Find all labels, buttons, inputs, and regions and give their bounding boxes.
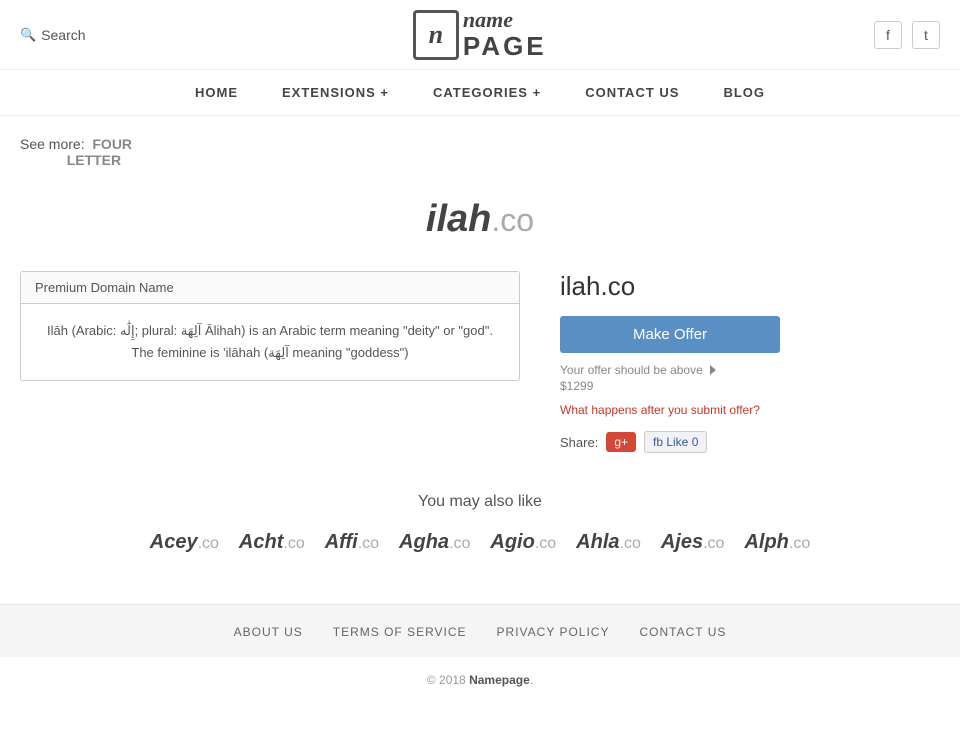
also-like-name: Ahla [576, 531, 619, 553]
also-like-item[interactable]: Ahla.co [576, 531, 641, 554]
footer-nav-item: TERMS OF SERVICE [333, 623, 467, 639]
left-panel: Premium Domain Name Ilāh (Arabic: إِلَٰه… [20, 271, 520, 453]
main-content: See more: FOUR LETTER ilah.co Premium Do… [0, 116, 960, 604]
logo-page-text: PAGE [463, 32, 547, 61]
also-like-ext: .co [358, 535, 379, 552]
also-like-name: Alph [744, 531, 788, 553]
twitter-icon[interactable]: t [912, 21, 940, 49]
also-like-item[interactable]: Agha.co [399, 531, 470, 554]
footer-nav: ABOUT US TERMS OF SERVICE PRIVACY POLICY CO… [0, 604, 960, 657]
domain-title-wrap: ilah.co [20, 198, 940, 241]
share-gplus-button[interactable]: g+ [606, 432, 636, 452]
domain-name-part: ilah [426, 198, 491, 240]
also-like-section: You may also like Acey.coAcht.coAffi.coA… [20, 493, 940, 554]
footer-nav-link[interactable]: ABOUT US [234, 625, 303, 639]
premium-box-header: Premium Domain Name [21, 272, 519, 304]
premium-box-body: Ilāh (Arabic: إِلَٰه‎; plural: آلِهَة‎ Ā… [21, 304, 519, 380]
footer-copy-prefix: © 2018 [427, 673, 469, 687]
domain-title: ilah.co [426, 198, 534, 240]
logo-name-text: name [463, 8, 547, 32]
logo-letter: n [429, 20, 443, 50]
header: 🔍 Search n name PAGE f t [0, 0, 960, 70]
right-panel: ilah.co Make Offer Your offer should be … [560, 271, 780, 453]
also-like-item[interactable]: Acey.co [150, 531, 219, 554]
see-more-link-letter[interactable]: LETTER [67, 152, 121, 168]
offer-price: $1299 [560, 379, 780, 393]
nav-item-extensions: EXTENSIONS + [260, 70, 411, 115]
see-more: See more: FOUR LETTER [20, 136, 940, 168]
domain-ext-part: .co [491, 202, 534, 238]
also-like-ext: .co [535, 535, 556, 552]
nav-item-home: HOME [173, 70, 260, 115]
footer-nav-item: ABOUT US [234, 623, 303, 639]
also-like-name: Acht [239, 531, 283, 553]
also-like-ext: .co [198, 535, 219, 552]
footer-brand-link[interactable]: Namepage [469, 673, 530, 687]
also-like-item[interactable]: Agio.co [490, 531, 556, 554]
arrow-right-icon [710, 365, 716, 375]
also-like-ext: .co [703, 535, 724, 552]
social-icons: f t [874, 21, 940, 49]
footer-copy-suffix: . [530, 673, 533, 687]
logo-text: name PAGE [463, 8, 547, 61]
content-area: Premium Domain Name Ilāh (Arabic: إِلَٰه… [20, 271, 940, 453]
also-like-item[interactable]: Affi.co [325, 531, 379, 554]
fb-like-button[interactable]: fb Like 0 [644, 431, 707, 453]
also-like-name: Affi [325, 531, 358, 553]
footer-copy: © 2018 Namepage. [0, 657, 960, 703]
nav-item-contact: CONTACT US [563, 70, 701, 115]
also-like-item[interactable]: Ajes.co [661, 531, 725, 554]
search-button[interactable]: 🔍 Search [20, 27, 86, 43]
also-like-ext: .co [620, 535, 641, 552]
also-like-item[interactable]: Acht.co [239, 531, 305, 554]
nav-items-list: HOME EXTENSIONS + CATEGORIES + CONTACT U… [173, 70, 787, 115]
nav-item-blog: BLOG [701, 70, 787, 115]
logo-icon-box: n [413, 10, 459, 60]
share-label: Share: [560, 435, 598, 450]
see-more-prefix: See more: [20, 136, 85, 152]
logo-link[interactable]: n name PAGE [413, 8, 547, 61]
footer-nav-link[interactable]: TERMS OF SERVICE [333, 625, 467, 639]
footer-nav-item: PRIVACY POLICY [497, 623, 610, 639]
nav-contact-link[interactable]: CONTACT US [563, 70, 701, 115]
footer-nav-link[interactable]: PRIVACY POLICY [497, 625, 610, 639]
also-like-name: Ajes [661, 531, 703, 553]
also-like-name: Acey [150, 531, 198, 553]
search-icon: 🔍 [20, 27, 36, 43]
nav-extensions-link[interactable]: EXTENSIONS + [260, 70, 411, 115]
also-like-title: You may also like [20, 493, 940, 511]
nav-item-categories: CATEGORIES + [411, 70, 563, 115]
search-label: Search [41, 27, 85, 43]
also-like-name: Agio [490, 531, 534, 553]
main-nav: HOME EXTENSIONS + CATEGORIES + CONTACT U… [0, 70, 960, 116]
see-more-link-four[interactable]: FOUR [92, 136, 132, 152]
footer-nav-items: ABOUT US TERMS OF SERVICE PRIVACY POLICY CO… [20, 623, 940, 639]
make-offer-button[interactable]: Make Offer [560, 316, 780, 353]
also-like-items: Acey.coAcht.coAffi.coAgha.coAgio.coAhla.… [20, 531, 940, 554]
also-like-item[interactable]: Alph.co [744, 531, 810, 554]
share-area: Share: g+ fb Like 0 [560, 431, 780, 453]
what-happens-link[interactable]: What happens after you submit offer? [560, 403, 760, 417]
footer-nav-item: CONTACT US [639, 623, 726, 639]
also-like-ext: .co [449, 535, 470, 552]
nav-blog-link[interactable]: BLOG [701, 70, 787, 115]
premium-box: Premium Domain Name Ilāh (Arabic: إِلَٰه… [20, 271, 520, 381]
facebook-icon[interactable]: f [874, 21, 902, 49]
footer-nav-link[interactable]: CONTACT US [639, 625, 726, 639]
offer-hint: Your offer should be above [560, 363, 780, 377]
nav-categories-link[interactable]: CATEGORIES + [411, 70, 563, 115]
offer-hint-text: Your offer should be above [560, 363, 703, 377]
also-like-name: Agha [399, 531, 449, 553]
nav-home-link[interactable]: HOME [173, 70, 260, 115]
also-like-ext: .co [283, 535, 304, 552]
domain-name-heading: ilah.co [560, 271, 780, 302]
also-like-ext: .co [789, 535, 810, 552]
